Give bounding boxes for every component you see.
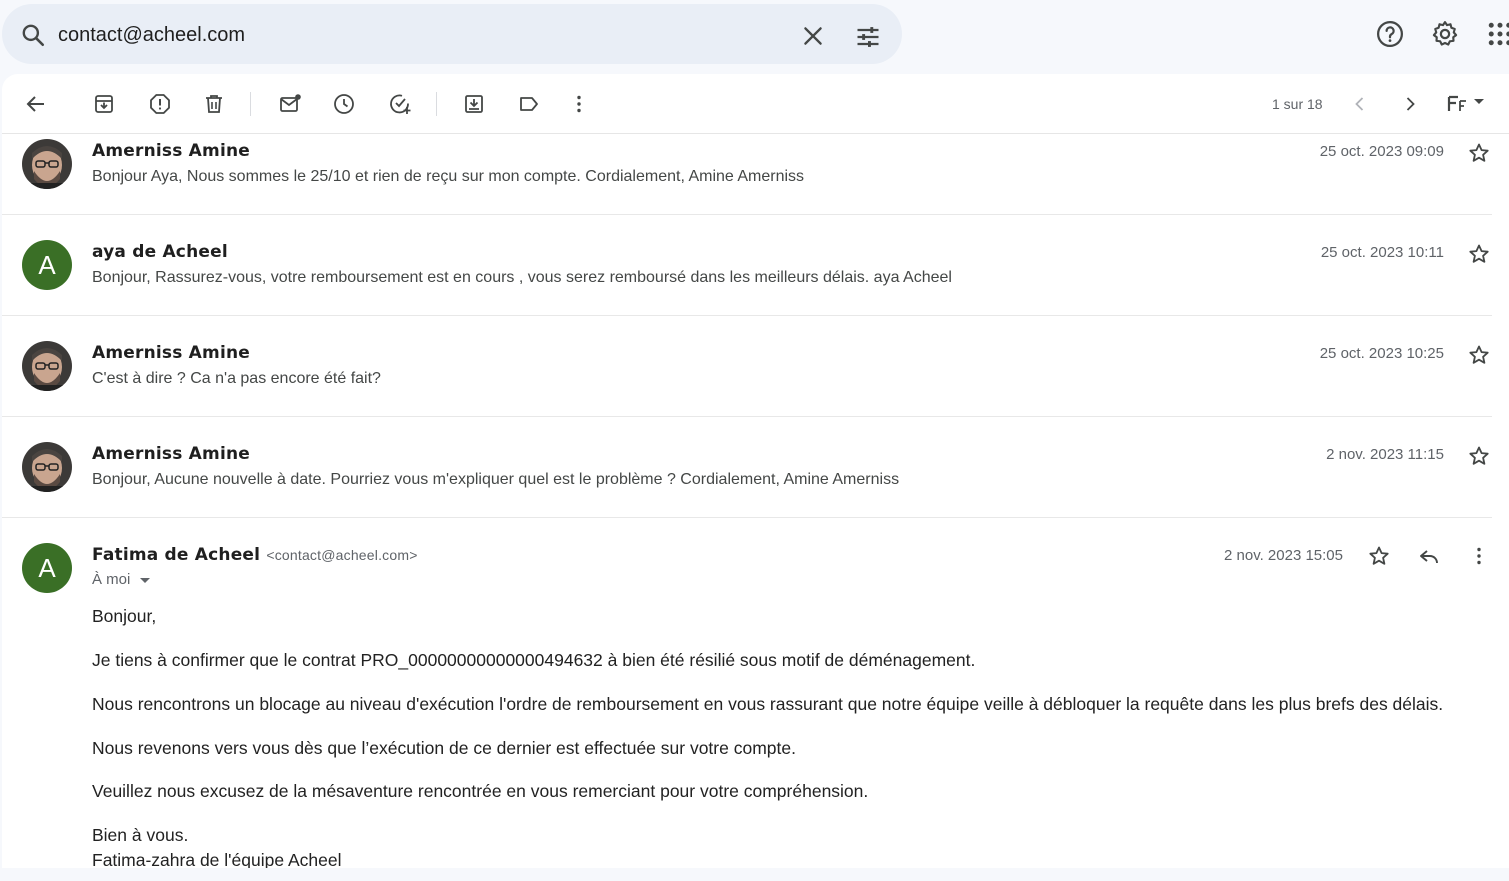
- search-box[interactable]: contact@acheel.com: [2, 4, 902, 64]
- message-date: 25 oct. 2023 10:25: [1319, 345, 1444, 362]
- message-signature: Fatima-zahra de l'équipe Acheel: [92, 850, 342, 868]
- toolbar-divider: [250, 92, 251, 116]
- archive-icon[interactable]: [92, 92, 116, 116]
- sender-name: aya de Acheel: [92, 242, 228, 262]
- conversation-card: 1 sur 18 Amerniss Amine Bonjour Aya, Nou…: [2, 74, 1509, 868]
- sender-name: Amerniss Amine: [92, 343, 250, 363]
- message-snippet: C'est à dire ? Ca n'a pas encore été fai…: [92, 370, 381, 387]
- mark-unread-icon[interactable]: [278, 92, 302, 116]
- search-icon[interactable]: [20, 22, 46, 48]
- more-options-icon[interactable]: [567, 92, 591, 116]
- settings-gear-icon[interactable]: [1430, 19, 1460, 49]
- message-row[interactable]: Amerniss Amine Bonjour Aya, Nous sommes …: [2, 135, 1492, 215]
- message-date: 2 nov. 2023 15:05: [1224, 547, 1343, 564]
- sender-name[interactable]: Fatima de Acheel: [92, 545, 260, 565]
- label-tag-icon[interactable]: [517, 92, 541, 116]
- report-spam-icon[interactable]: [148, 92, 172, 116]
- search-input[interactable]: contact@acheel.com: [58, 24, 245, 47]
- message-row[interactable]: Amerniss Amine Bonjour, Aucune nouvelle …: [2, 417, 1492, 518]
- message-date: 25 oct. 2023 10:11: [1320, 244, 1444, 261]
- add-to-tasks-icon[interactable]: [388, 92, 412, 116]
- chevron-right-icon[interactable]: [1398, 92, 1422, 116]
- avatar[interactable]: A: [22, 240, 72, 290]
- message-date: 25 oct. 2023 09:09: [1319, 143, 1444, 160]
- message-body-line: Bonjour,: [92, 606, 157, 626]
- search-options-icon[interactable]: [854, 23, 882, 51]
- reply-icon[interactable]: [1417, 544, 1441, 568]
- input-tools-icon[interactable]: [1446, 92, 1490, 116]
- avatar[interactable]: A: [22, 543, 72, 593]
- caret-down-icon[interactable]: [139, 575, 151, 585]
- recipient-label: À moi: [92, 571, 131, 588]
- clear-search-icon[interactable]: [800, 23, 826, 49]
- star-icon[interactable]: [1467, 343, 1491, 367]
- message-body-line: Nous revenons vers vous dès que l’exécut…: [92, 738, 796, 758]
- delete-trash-icon[interactable]: [202, 92, 226, 116]
- chevron-left-icon[interactable]: [1348, 92, 1372, 116]
- message-date: 2 nov. 2023 11:15: [1326, 446, 1444, 463]
- sender-name: Amerniss Amine: [92, 141, 250, 161]
- page-bottom-strip: [0, 868, 1509, 881]
- toolbar-divider: [436, 92, 437, 116]
- message-toolbar: 1 sur 18: [2, 74, 1509, 134]
- avatar[interactable]: [22, 139, 72, 189]
- sender-name: Amerniss Amine: [92, 444, 250, 464]
- apps-grid-icon[interactable]: [1485, 19, 1509, 49]
- pagination-label: 1 sur 18: [1272, 96, 1323, 112]
- avatar[interactable]: [22, 341, 72, 391]
- message-body-line: Nous rencontrons un blocage au niveau d'…: [92, 694, 1444, 714]
- sender-email: <contact@acheel.com>: [266, 547, 418, 563]
- message-body-line: Veuillez nous excusez de la mésaventure …: [92, 781, 869, 801]
- snooze-clock-icon[interactable]: [332, 92, 356, 116]
- star-icon[interactable]: [1467, 141, 1491, 165]
- move-to-icon[interactable]: [462, 92, 486, 116]
- star-icon[interactable]: [1467, 242, 1491, 266]
- recipient-dropdown[interactable]: À moi: [92, 571, 151, 588]
- message-row[interactable]: Amerniss Amine C'est à dire ? Ca n'a pas…: [2, 316, 1492, 417]
- star-icon[interactable]: [1367, 544, 1391, 568]
- message-row[interactable]: A aya de Acheel Bonjour, Rassurez-vous, …: [2, 215, 1492, 316]
- message-snippet: Bonjour, Aucune nouvelle à date. Pourrie…: [92, 471, 900, 488]
- back-arrow-icon[interactable]: [24, 92, 48, 116]
- message-signoff: Bien à vous.: [92, 825, 189, 845]
- message-snippet: Bonjour Aya, Nous sommes le 25/10 et rie…: [92, 168, 805, 185]
- avatar[interactable]: [22, 442, 72, 492]
- star-icon[interactable]: [1467, 444, 1491, 468]
- open-message-header: Fatima de Acheel <contact@acheel.com>: [92, 545, 418, 565]
- message-snippet: Bonjour, Rassurez-vous, votre remboursem…: [92, 269, 952, 286]
- message-body-line: Je tiens à confirmer que le contrat PRO_…: [92, 650, 976, 670]
- help-icon[interactable]: [1375, 19, 1405, 49]
- more-options-icon[interactable]: [1467, 544, 1491, 568]
- top-bar: contact@acheel.com: [0, 0, 1509, 70]
